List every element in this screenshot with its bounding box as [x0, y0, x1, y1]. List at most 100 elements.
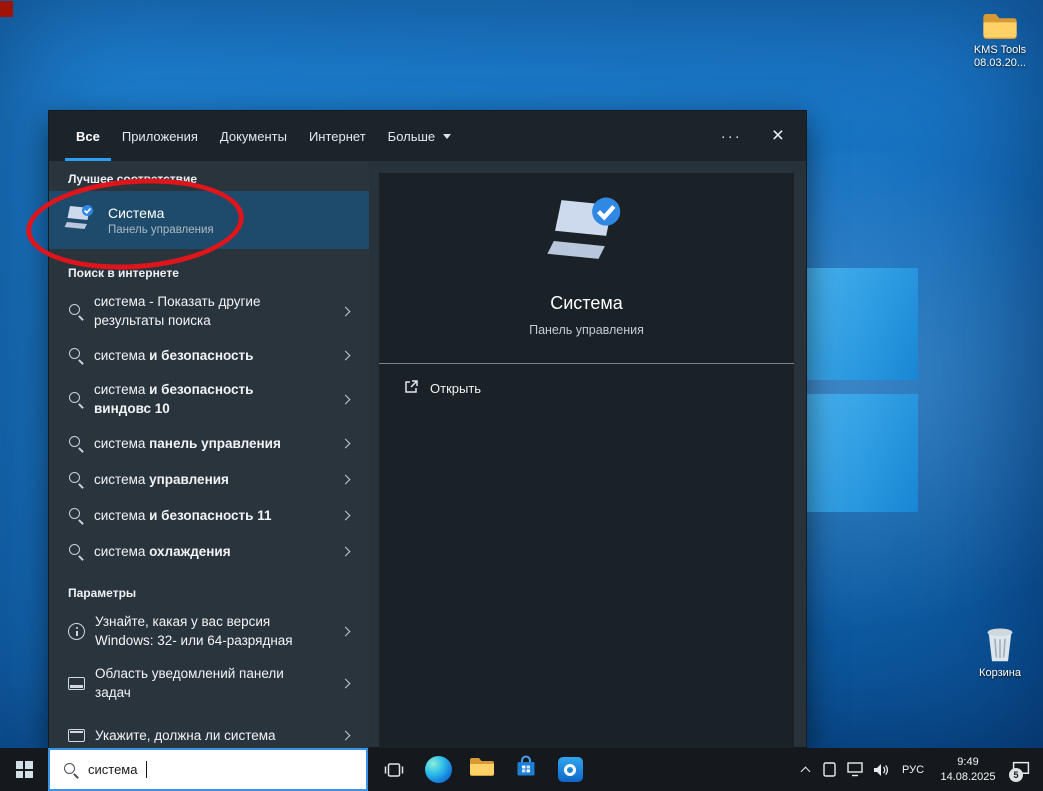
screen: KMS Tools 08.03.20... Корзина Все Прилож…	[0, 0, 1043, 791]
settings-result[interactable]: Область уведомлений панели задач	[49, 657, 369, 709]
suggestion-text: система и безопасность виндовс 10	[94, 380, 312, 418]
settings-result[interactable]: Укажите, должна ли система	[49, 709, 369, 749]
settings-result-text: Укажите, должна ли система	[95, 726, 276, 745]
tab-all[interactable]: Все	[65, 111, 111, 161]
search-input-value: система	[88, 762, 137, 777]
web-suggestion[interactable]: система и безопасность виндовс 10	[49, 373, 369, 425]
tray-tablet-button[interactable]	[816, 748, 842, 791]
network-status-button[interactable]	[842, 748, 868, 791]
suggestion-completion: и безопасность	[145, 348, 253, 363]
search-icon	[68, 471, 84, 487]
search-icon	[68, 543, 84, 559]
microsoft-store-button[interactable]	[504, 748, 548, 791]
best-match-text: Система Панель управления	[108, 205, 214, 236]
chevron-right-icon[interactable]	[341, 678, 351, 688]
taskbar-settings-icon	[68, 677, 85, 690]
web-suggestion[interactable]: система охлаждения	[49, 533, 369, 569]
suggestion-typed: система - Показать другие результаты пои…	[94, 294, 260, 328]
tab-label: Приложения	[122, 129, 198, 144]
volume-button[interactable]	[868, 748, 894, 791]
suggestion-typed: система	[94, 382, 145, 397]
web-suggestion[interactable]: система - Показать другие результаты пои…	[49, 285, 369, 337]
volume-icon	[873, 763, 889, 777]
more-options-button[interactable]: ···	[713, 128, 750, 145]
results-list: Лучшее соответствие Система Панель управ…	[49, 161, 369, 749]
suggestion-typed: система	[94, 544, 145, 559]
language-indicator[interactable]: РУС	[894, 748, 932, 791]
chevron-up-icon	[800, 766, 810, 776]
desktop-icon-recycle-bin[interactable]: Корзина	[961, 626, 1039, 680]
web-suggestion[interactable]: система и безопасность 11	[49, 497, 369, 533]
suggestion-completion: управления	[145, 472, 229, 487]
chevron-right-icon[interactable]	[341, 306, 351, 316]
window-settings-icon	[68, 729, 85, 742]
language-label: РУС	[902, 764, 924, 776]
settings-result[interactable]: Узнайте, какая у вас версия Windows: 32-…	[49, 605, 369, 657]
suggestion-typed: система	[94, 472, 145, 487]
tab-web[interactable]: Интернет	[298, 111, 377, 161]
section-header-best-match: Лучшее соответствие	[49, 167, 369, 191]
action-center-button[interactable]: 5	[1004, 748, 1038, 791]
tab-more[interactable]: Больше	[377, 111, 463, 161]
settings-result-text: Область уведомлений панели задач	[95, 664, 313, 702]
detail-title: Система	[550, 293, 623, 314]
desktop-icon-label: Корзина	[979, 667, 1021, 679]
suggestion-completion: охлаждения	[145, 544, 230, 559]
web-suggestion[interactable]: система панель управления	[49, 425, 369, 461]
wallpaper-window-pane	[806, 394, 918, 512]
tab-label: Документы	[220, 129, 287, 144]
file-explorer-button[interactable]	[460, 748, 504, 791]
suggestion-text: система управления	[94, 470, 229, 489]
tab-documents[interactable]: Документы	[209, 111, 298, 161]
taskbar-search-input[interactable]: система	[48, 748, 368, 791]
chevron-right-icon[interactable]	[341, 394, 351, 404]
chevron-right-icon[interactable]	[341, 438, 351, 448]
tab-apps[interactable]: Приложения	[111, 111, 209, 161]
outlook-button[interactable]	[548, 748, 592, 791]
best-match-subtitle: Панель управления	[108, 224, 214, 236]
task-view-icon	[384, 762, 404, 778]
chevron-right-icon[interactable]	[341, 510, 351, 520]
suggestion-completion: и безопасность 11	[145, 508, 271, 523]
search-flyout: Все Приложения Документы Интернет Больше…	[48, 110, 807, 748]
folder-icon	[469, 757, 495, 782]
best-match-title: Система	[108, 205, 214, 221]
outlook-icon	[558, 757, 583, 782]
clock[interactable]: 9:49 14.08.2025	[932, 748, 1004, 791]
suggestion-text: система и безопасность	[94, 346, 253, 365]
web-suggestion[interactable]: система управления	[49, 461, 369, 497]
close-button[interactable]: ×	[764, 124, 792, 148]
wallpaper-window-pane	[806, 268, 918, 380]
chevron-right-icon[interactable]	[341, 474, 351, 484]
search-tabs-bar: Все Приложения Документы Интернет Больше…	[49, 111, 806, 161]
windows-logo-icon	[16, 761, 33, 778]
open-action-label: Открыть	[430, 381, 481, 396]
search-icon	[68, 507, 84, 523]
suggestion-text: система и безопасность 11	[94, 506, 271, 525]
time-label: 9:49	[940, 755, 995, 770]
chevron-right-icon[interactable]	[341, 626, 351, 636]
search-icon	[68, 303, 84, 319]
chevron-right-icon[interactable]	[341, 350, 351, 360]
desktop-icon-kms-tools[interactable]: KMS Tools 08.03.20...	[961, 12, 1039, 70]
open-action[interactable]: Открыть	[379, 364, 794, 398]
suggestion-completion: панель управления	[145, 436, 280, 451]
tab-label: Интернет	[309, 129, 366, 144]
best-match-item-system[interactable]: Система Панель управления	[49, 191, 369, 249]
show-hidden-icons-button[interactable]	[794, 748, 816, 791]
system-check-icon	[64, 204, 96, 236]
notification-badge: 5	[1009, 768, 1023, 782]
network-icon	[847, 762, 863, 777]
edge-browser-button[interactable]	[416, 748, 460, 791]
start-button[interactable]	[0, 748, 48, 791]
search-panel-body: Лучшее соответствие Система Панель управ…	[49, 161, 806, 749]
result-detail-pane: Система Панель управления Открыть	[379, 173, 794, 749]
web-suggestion[interactable]: система и безопасность	[49, 337, 369, 373]
tab-label: Все	[76, 129, 100, 144]
chevron-down-icon	[443, 134, 451, 139]
chevron-right-icon[interactable]	[341, 730, 351, 740]
search-icon	[68, 347, 84, 363]
settings-result-text: Узнайте, какая у вас версия Windows: 32-…	[95, 612, 313, 650]
chevron-right-icon[interactable]	[341, 546, 351, 556]
task-view-button[interactable]	[372, 748, 416, 791]
